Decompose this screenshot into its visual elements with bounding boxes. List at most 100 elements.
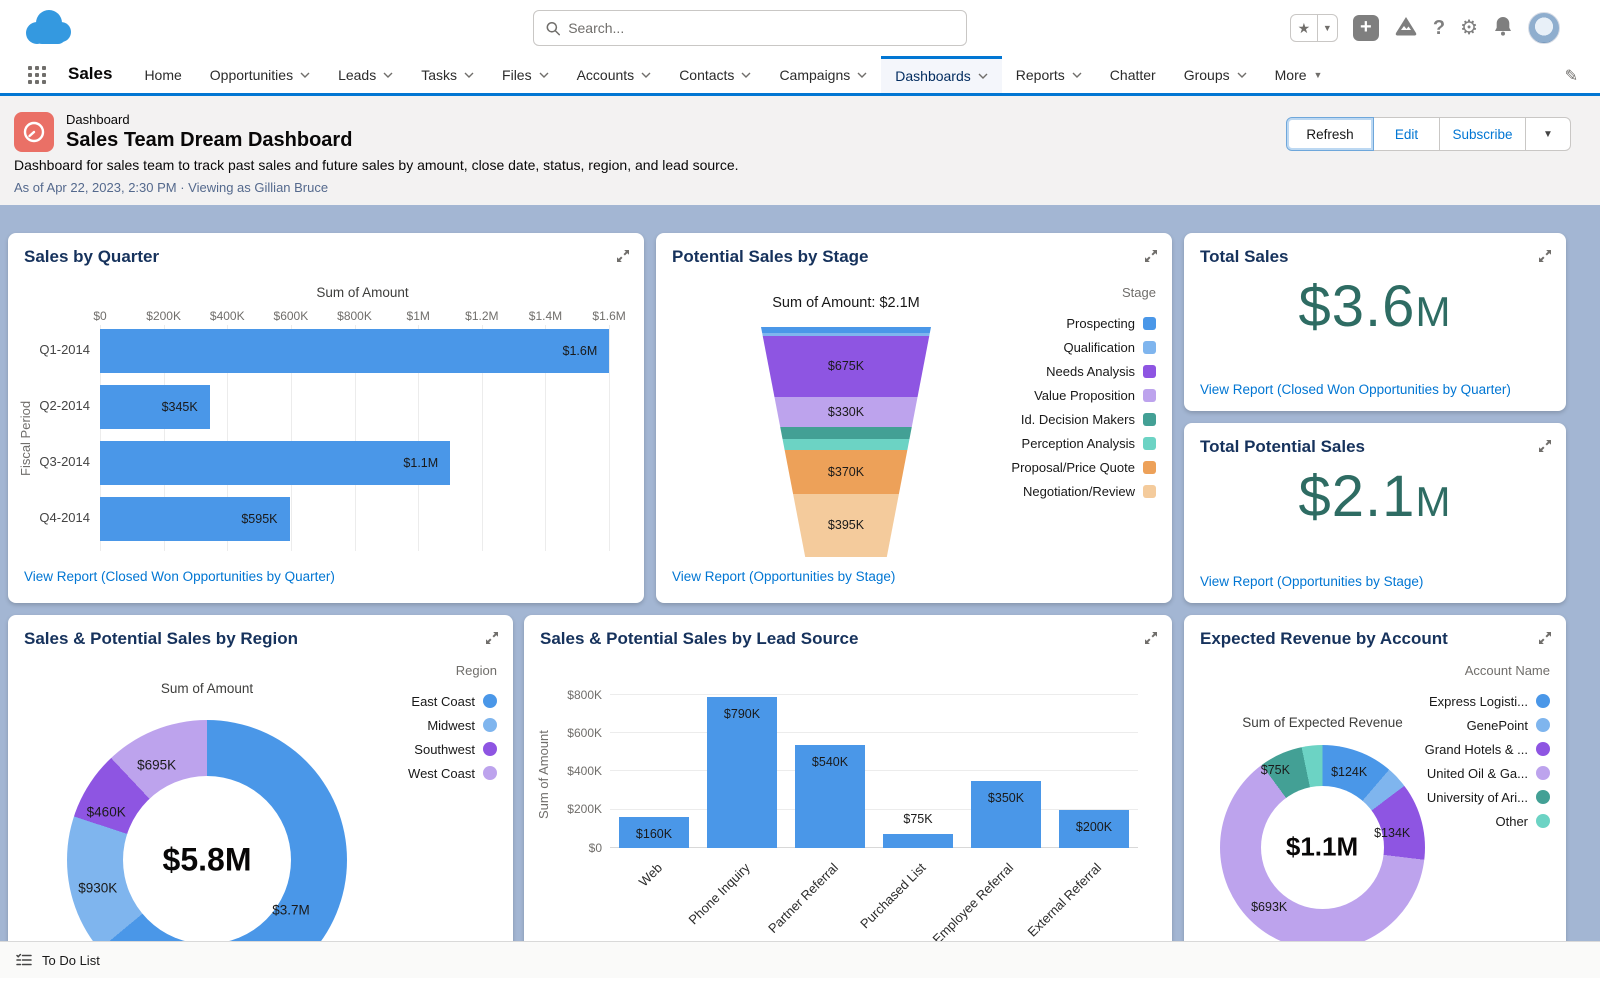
salesforce-logo <box>20 8 76 53</box>
tab-contacts[interactable]: Contacts <box>665 56 765 93</box>
segment-value-label: $675K <box>827 359 865 374</box>
view-report-link[interactable]: View Report (Closed Won Opportunities by… <box>24 569 335 584</box>
bar-q2-2014[interactable]: $345K <box>100 385 210 429</box>
page-title: Sales Team Dream Dashboard <box>66 129 353 151</box>
segment-value-label: $124K <box>1331 764 1368 779</box>
tab-files[interactable]: Files <box>488 56 563 93</box>
funnel-segment-id-decision-makers[interactable] <box>761 427 931 439</box>
refresh-button[interactable]: Refresh <box>1286 117 1374 151</box>
card-title: Potential Sales by Stage <box>672 247 869 266</box>
category-label: Web <box>635 860 665 890</box>
dashboard-canvas: Sales by Quarter Sum of Amount $0 $200K … <box>0 205 1600 1000</box>
tab-campaigns[interactable]: Campaigns <box>765 56 881 93</box>
favorites-button-group[interactable]: ★ ▼ <box>1289 14 1338 42</box>
view-report-link[interactable]: View Report (Closed Won Opportunities by… <box>1200 382 1511 397</box>
category-label: Q1-2014 <box>39 342 90 357</box>
expand-icon[interactable] <box>1144 631 1158 645</box>
chevron-down-icon <box>383 72 393 78</box>
search-input[interactable] <box>568 20 954 36</box>
funnel-segment-negotiation-review[interactable]: $395K <box>761 493 931 557</box>
tab-leads[interactable]: Leads <box>324 56 407 93</box>
funnel-segment-proposal-price-quote[interactable]: $370K <box>761 450 931 494</box>
legend-swatch <box>1536 766 1550 780</box>
funnel-segment-perception-analysis[interactable] <box>761 438 931 450</box>
tab-tasks[interactable]: Tasks <box>407 56 488 93</box>
expand-icon[interactable] <box>1538 249 1552 263</box>
category-label: Partner Referral <box>764 860 841 937</box>
global-actions-icon[interactable]: + <box>1352 15 1379 41</box>
favorites-dropdown-icon[interactable]: ▼ <box>1316 15 1337 41</box>
card-title: Sales & Potential Sales by Lead Source <box>540 629 859 648</box>
donut-center-total: $1.1M <box>1285 831 1359 862</box>
tab-chatter[interactable]: Chatter <box>1096 56 1170 93</box>
card-total-potential-sales: Total Potential Sales $2.1M View Report … <box>1184 423 1566 603</box>
legend-swatch <box>1143 388 1156 402</box>
legend-item: Grand Hotels & ... <box>1425 737 1550 761</box>
bar-purchased-list[interactable] <box>883 833 953 848</box>
bar-q4-2014[interactable]: $595K <box>100 497 290 541</box>
expand-icon[interactable] <box>1538 631 1552 645</box>
guidance-trailhead-icon[interactable] <box>1394 15 1418 42</box>
bar-q3-2014[interactable]: $1.1M <box>100 441 451 485</box>
legend-item: Id. Decision Makers <box>1021 407 1156 431</box>
category-label: Employee Referral <box>929 860 1017 947</box>
card-title: Expected Revenue by Account <box>1200 629 1448 648</box>
bar-chart-plot: $1.6M $345K $1.1M $595K <box>100 325 625 551</box>
more-actions-caret-button[interactable]: ▼ <box>1526 117 1571 151</box>
tab-accounts[interactable]: Accounts <box>563 56 666 93</box>
app-launcher-icon[interactable] <box>28 66 46 84</box>
tab-dashboards[interactable]: Dashboards <box>881 56 1002 93</box>
segment-value-label: $395K <box>827 518 865 533</box>
chevron-down-icon <box>978 73 988 79</box>
legend-swatch <box>483 742 497 756</box>
legend-swatch <box>1143 316 1156 330</box>
edit-button[interactable]: Edit <box>1374 117 1440 151</box>
donut-center-total: $5.8M <box>162 841 252 878</box>
global-search[interactable] <box>533 10 967 46</box>
chevron-down-icon <box>857 72 867 78</box>
notifications-bell-icon[interactable] <box>1493 15 1513 42</box>
help-icon[interactable]: ? <box>1433 17 1445 40</box>
card-title: Sales & Potential Sales by Region <box>24 629 298 648</box>
tab-home[interactable]: Home <box>130 56 195 93</box>
tab-opportunities[interactable]: Opportunities <box>196 56 324 93</box>
view-report-link[interactable]: View Report (Opportunities by Stage) <box>1200 574 1423 589</box>
dashboard-actions: Refresh Edit Subscribe ▼ <box>1286 117 1571 151</box>
legend-title: Account Name <box>1464 663 1550 678</box>
chevron-down-icon <box>539 72 549 78</box>
view-report-link[interactable]: View Report (Opportunities by Stage) <box>672 569 895 584</box>
card-title: Total Potential Sales <box>1200 437 1366 456</box>
legend-title: Stage <box>1122 285 1156 300</box>
legend-item: Midwest <box>427 713 497 737</box>
chevron-down-icon <box>641 72 651 78</box>
legend-item: Other <box>1495 809 1550 833</box>
funnel-segment-needs-analysis[interactable]: $675K <box>761 335 931 397</box>
legend-item: Value Proposition <box>1034 383 1156 407</box>
favorites-star-icon[interactable]: ★ <box>1291 15 1317 41</box>
funnel-segment-value-proposition[interactable]: $330K <box>761 396 931 428</box>
legend-swatch <box>1536 742 1550 756</box>
subscribe-button[interactable]: Subscribe <box>1440 117 1526 151</box>
tab-groups[interactable]: Groups <box>1170 56 1261 93</box>
legend-swatch <box>1143 484 1156 498</box>
card-total-sales: Total Sales $3.6M View Report (Closed Wo… <box>1184 233 1566 411</box>
expand-icon[interactable] <box>485 631 499 645</box>
tab-reports[interactable]: Reports <box>1002 56 1096 93</box>
funnel-total-label: Sum of Amount: $2.1M <box>772 295 920 311</box>
bar-value-label: $1.6M <box>562 344 598 358</box>
edit-nav-pencil-icon[interactable]: ✎ <box>1565 66 1578 86</box>
bar-value-label: $345K <box>161 400 198 414</box>
setup-gear-icon[interactable]: ⚙ <box>1460 18 1478 38</box>
tab-more[interactable]: More ▼ <box>1261 56 1337 93</box>
legend-swatch <box>1536 790 1550 804</box>
expand-icon[interactable] <box>616 249 630 263</box>
category-label: External Referral <box>1025 860 1105 940</box>
expand-icon[interactable] <box>1144 249 1158 263</box>
expand-icon[interactable] <box>1538 439 1552 453</box>
user-avatar[interactable] <box>1528 12 1560 44</box>
bar-q1-2014[interactable]: $1.6M <box>100 329 610 373</box>
todo-list-button[interactable]: To Do List <box>0 941 1600 978</box>
card-sales-by-quarter: Sales by Quarter Sum of Amount $0 $200K … <box>8 233 644 603</box>
chevron-down-icon <box>1072 72 1082 78</box>
metric-value: $2.1M <box>1298 464 1452 529</box>
